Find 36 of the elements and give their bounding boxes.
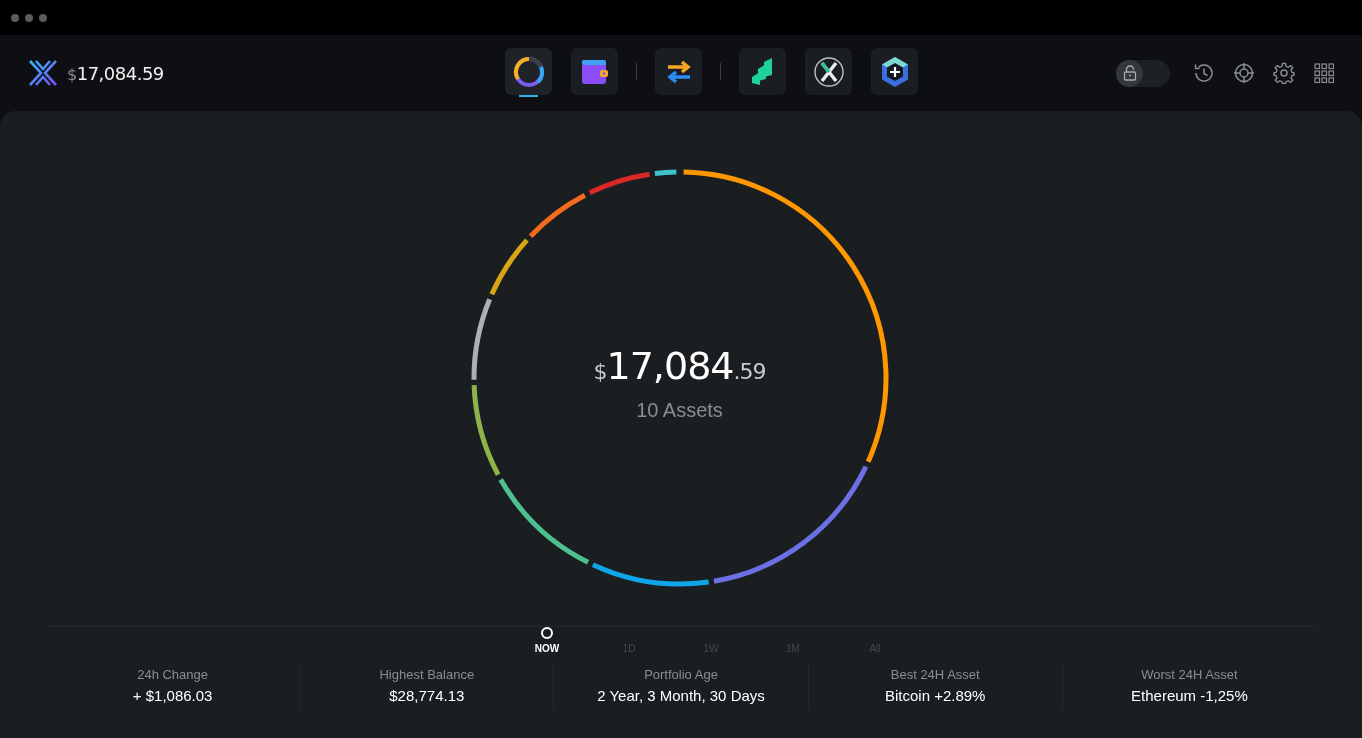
- padlock-icon: [1122, 65, 1137, 81]
- stat-label: Highest Balance: [378, 667, 476, 682]
- app-tab[interactable]: [871, 48, 918, 95]
- total-balance: $17,084.59: [67, 62, 164, 84]
- stat-value: + $1,086.03: [131, 687, 214, 704]
- lock-toggle[interactable]: [1116, 59, 1170, 87]
- app-tab[interactable]: [805, 48, 852, 95]
- grid-icon: [1314, 63, 1334, 83]
- logo-icon: [28, 58, 58, 88]
- app-tab[interactable]: [571, 48, 618, 95]
- stat-value: Ethereum -1,25%: [1130, 687, 1249, 704]
- help-button[interactable]: [1232, 61, 1256, 85]
- window-dot: [39, 13, 47, 22]
- app-tab[interactable]: [655, 48, 702, 95]
- history-icon: [1193, 62, 1215, 84]
- settings-button[interactable]: [1272, 61, 1296, 85]
- stat-label: Portfolio Age: [643, 667, 719, 682]
- stat-value: 2 Year, 3 Month, 30 Days: [596, 687, 766, 704]
- history-button[interactable]: [1192, 61, 1216, 85]
- apps-grid-button[interactable]: [1312, 61, 1336, 85]
- stat-label: Best 24H Asset: [889, 667, 981, 682]
- lifebuoy-icon: [1233, 62, 1255, 84]
- timeline-option[interactable]: NOW: [526, 618, 568, 654]
- stat-value: $28,774.13: [388, 687, 466, 704]
- asset-count: 10 Assets: [636, 398, 723, 422]
- donut-chart-icon: [511, 54, 546, 89]
- portfolio-total: $17,084.59: [593, 346, 766, 385]
- stat-label: 24h Change: [136, 667, 209, 682]
- window-dot: [11, 13, 19, 22]
- window-dot: [25, 13, 33, 22]
- settings-icon: [1273, 62, 1295, 84]
- app-tab[interactable]: [739, 48, 786, 95]
- stat-value: Bitcoin +2.89%: [883, 687, 987, 704]
- x-coin-icon: [812, 55, 845, 88]
- stat-label: Worst 24H Asset: [1140, 667, 1239, 682]
- app-tab[interactable]: [505, 48, 552, 95]
